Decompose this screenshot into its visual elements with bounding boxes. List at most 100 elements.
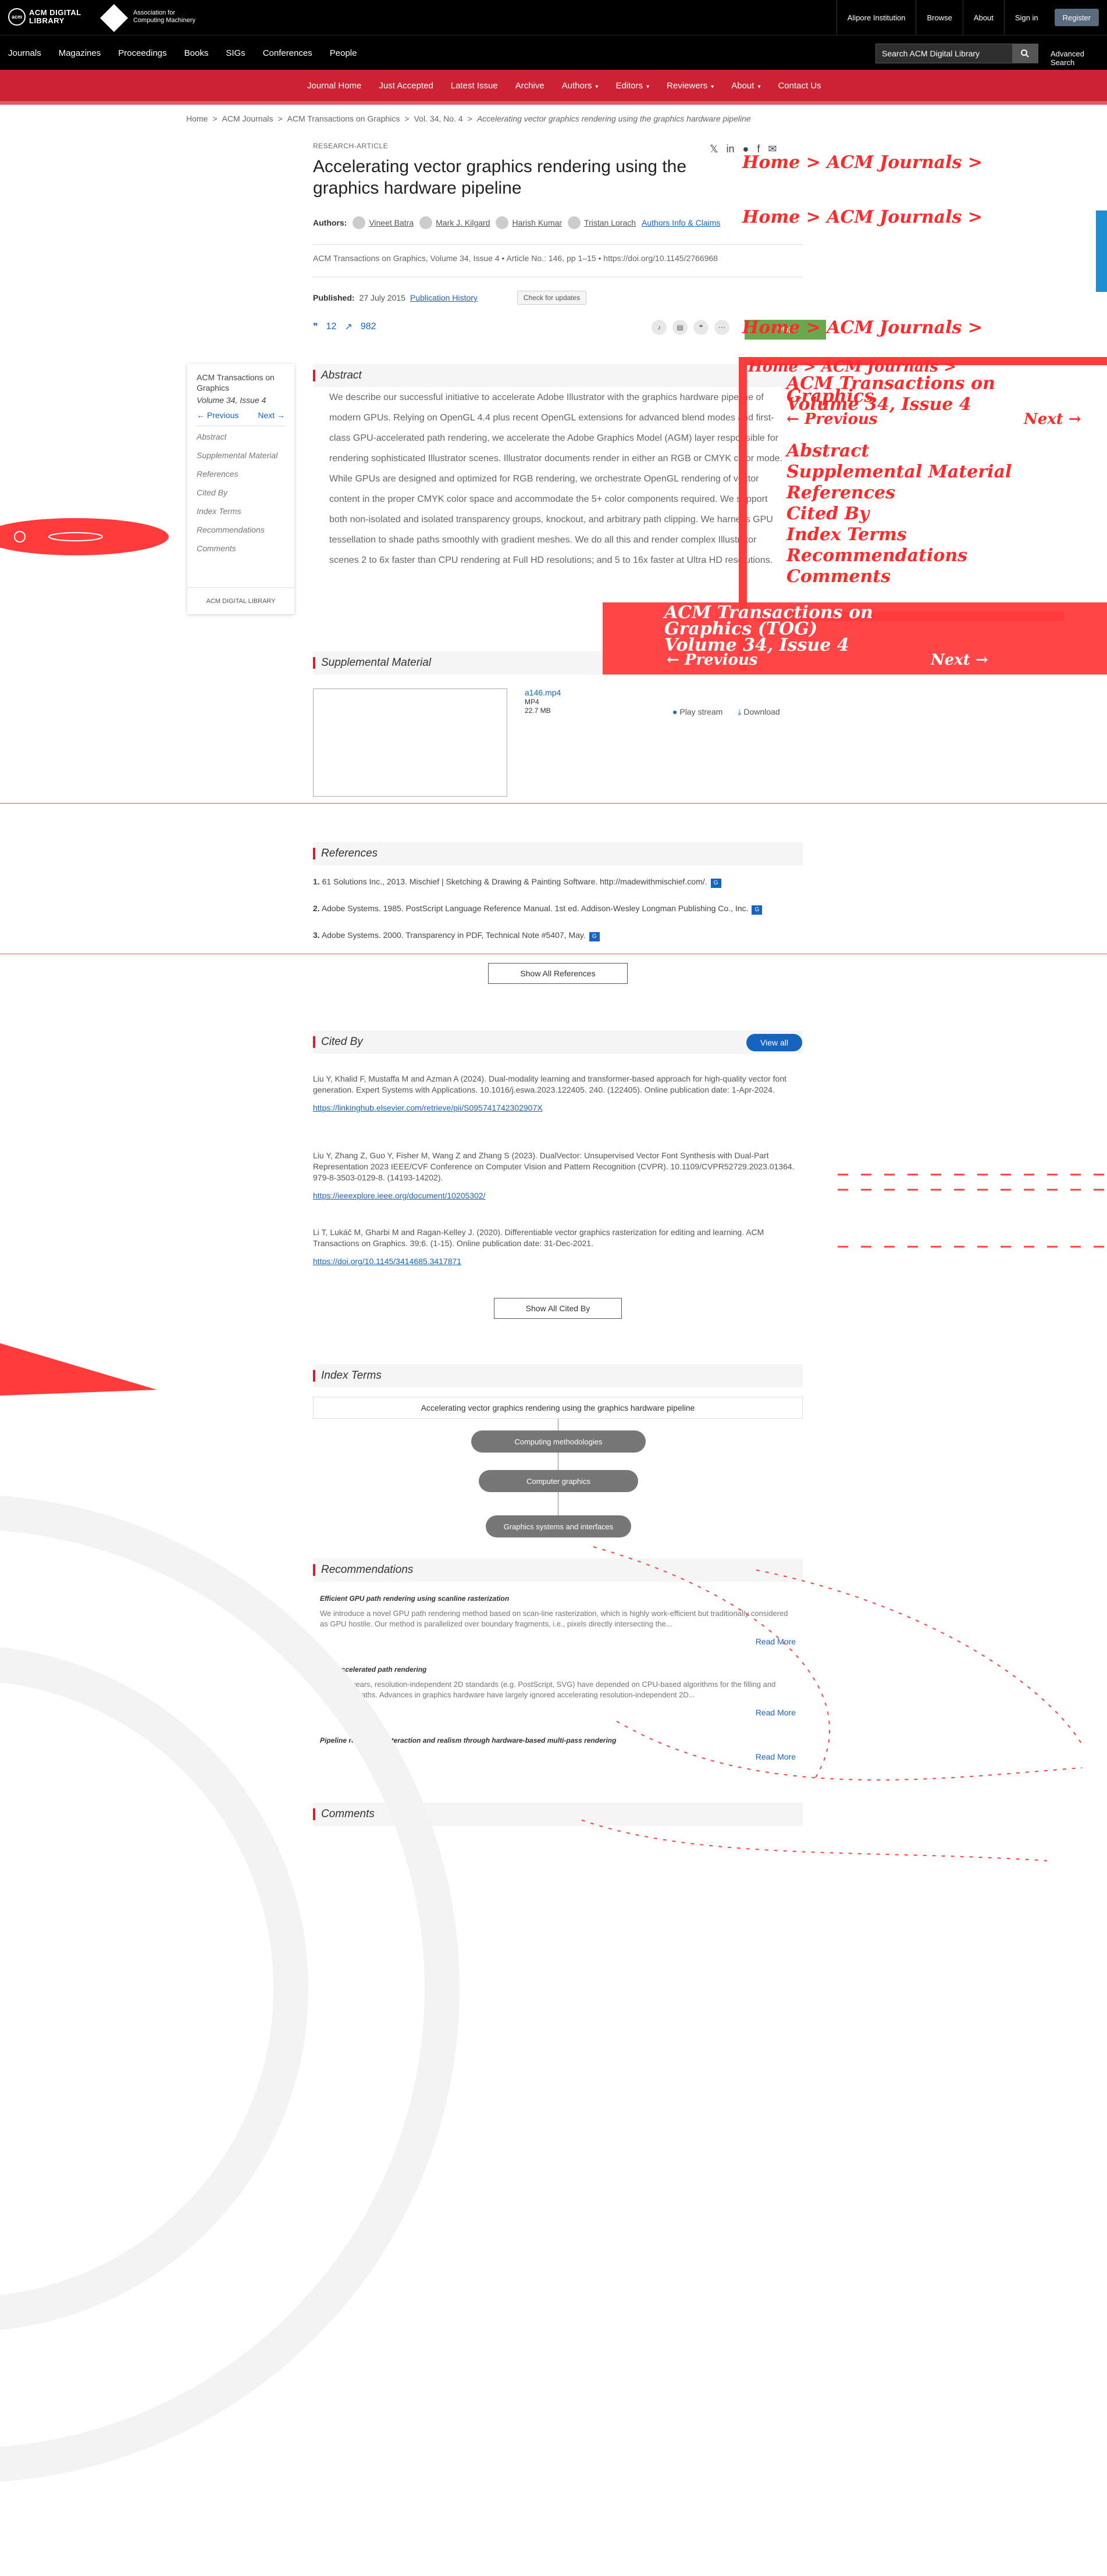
nav-magazines[interactable]: Magazines	[59, 48, 101, 58]
check-updates-button[interactable]: Check for updates	[517, 291, 587, 305]
read-more-link[interactable]: Read More	[756, 1636, 796, 1647]
next-link[interactable]: Next →	[258, 411, 285, 420]
search-input[interactable]	[876, 44, 1012, 63]
recommendation-title[interactable]: GPU-accelerated path rendering	[320, 1664, 796, 1675]
linkedin-icon[interactable]: in	[727, 143, 735, 155]
pdf-button[interactable]: PDF	[745, 320, 826, 340]
folder-icon[interactable]: ▤	[672, 320, 688, 335]
citations-count[interactable]: 12	[326, 322, 337, 332]
downloads-count[interactable]: 982	[361, 322, 376, 332]
archive-link[interactable]: Archive	[515, 81, 544, 91]
index-term-node[interactable]: Graphics systems and interfaces	[486, 1515, 631, 1537]
cited-by-text: Li T, Lukáč M, Gharbi M and Ragan-Kelley…	[313, 1228, 764, 1248]
author-name: Mark J. Kilgard	[436, 218, 490, 227]
reference-text: Adobe Systems. 2000. Transparency in PDF…	[321, 930, 586, 940]
overlay-text: Graphics	[786, 386, 874, 406]
nav-conferences[interactable]: Conferences	[263, 48, 312, 58]
google-scholar-icon[interactable]: G	[752, 905, 763, 915]
just-accepted-link[interactable]: Just Accepted	[379, 81, 433, 91]
download-button[interactable]: ⤓ Download	[738, 707, 779, 717]
show-all-cited-by-button[interactable]: Show All Cited By	[494, 1298, 622, 1319]
advanced-search-link[interactable]: Advanced Search	[1051, 49, 1107, 67]
about-menu[interactable]: About ▾	[731, 81, 760, 91]
previous-link[interactable]: ← Previous	[197, 411, 239, 420]
show-all-references-button[interactable]: Show All References	[488, 963, 628, 984]
sidebar-item-recommendations[interactable]: Recommendations	[197, 525, 285, 534]
acm-dl-logo[interactable]: acm ACM DIGITAL LIBRARY	[8, 8, 93, 26]
nav-journals[interactable]: Journals	[8, 48, 41, 58]
index-term-node[interactable]: Computing methodologies	[471, 1430, 646, 1453]
video-player[interactable]	[313, 688, 507, 797]
share-icon[interactable]: ⋯	[714, 320, 729, 335]
breadcrumb-home[interactable]: Home	[186, 114, 208, 123]
contact-us-link[interactable]: Contact Us	[778, 81, 821, 91]
sidebar-item-comments[interactable]: Comments	[197, 544, 285, 553]
download-icon: ⤓	[738, 707, 744, 716]
sidebar-item-abstract[interactable]: Abstract	[197, 432, 285, 441]
nav-proceedings[interactable]: Proceedings	[118, 48, 166, 58]
email-icon[interactable]: ✉	[768, 143, 777, 155]
quote-icon[interactable]: ❝	[693, 320, 709, 335]
sidebar-item-index-terms[interactable]: Index Terms	[197, 506, 285, 516]
cited-by-link[interactable]: https://doi.org/10.1145/3414685.3417871	[313, 1257, 461, 1266]
reference-text: 61 Solutions Inc., 2013. Mischief | Sket…	[322, 877, 707, 886]
overlay-text: Volume 34, Issue 4	[786, 394, 971, 415]
facebook-icon[interactable]: f	[757, 143, 760, 155]
author-link[interactable]: Vineet Batra	[353, 216, 414, 229]
breadcrumb-journals[interactable]: ACM Journals	[222, 114, 273, 123]
sidebar-volume[interactable]: Volume 34, Issue 4	[197, 395, 285, 405]
overlay-text: Abstract	[786, 441, 870, 461]
editors-menu[interactable]: Editors ▾	[615, 81, 649, 91]
read-more-link[interactable]: Read More	[756, 1751, 796, 1762]
breadcrumb-volume[interactable]: Vol. 34, No. 4	[414, 114, 463, 123]
author-link[interactable]: Harish Kumar	[496, 216, 562, 229]
feedback-tab[interactable]	[1096, 210, 1107, 292]
recommendations-heading: Recommendations	[313, 1562, 803, 1578]
view-all-button[interactable]: View all	[746, 1034, 802, 1051]
sidebar-journal[interactable]: ACM Transactions on Graphics	[197, 372, 285, 393]
cited-by-link[interactable]: https://ieeexplore.ieee.org/document/102…	[313, 1191, 486, 1200]
nav-sigs[interactable]: SIGs	[226, 48, 245, 58]
nav-books[interactable]: Books	[184, 48, 209, 58]
artifact-dash	[581, 1819, 1048, 1861]
latest-issue-link[interactable]: Latest Issue	[451, 81, 498, 91]
association-logo[interactable]: Association for Computing Machinery	[99, 3, 203, 33]
search-button[interactable]	[1012, 44, 1038, 63]
bell-icon[interactable]: ♪	[652, 320, 667, 335]
avatar	[419, 216, 433, 229]
sidebar-item-references[interactable]: References	[197, 469, 285, 479]
editors-menu-label: Editors	[615, 80, 643, 91]
play-stream-button[interactable]: ● Play stream	[672, 707, 722, 717]
video-file-link[interactable]: a146.mp4	[525, 688, 561, 697]
cited-by-link[interactable]: https://linkinghub.elsevier.com/retrieve…	[313, 1103, 543, 1112]
google-scholar-icon[interactable]: G	[589, 932, 600, 941]
sidebar-item-cited-by[interactable]: Cited By	[197, 488, 285, 497]
play-stream-label: Play stream	[679, 707, 723, 716]
recommendation-text: For thirty years, resolution-independent…	[320, 1680, 776, 1699]
sidebar-item-supplemental[interactable]: Supplemental Material	[197, 451, 285, 460]
authors-menu[interactable]: Authors ▾	[562, 81, 599, 91]
twitter-icon[interactable]: 𝕏	[710, 143, 718, 155]
about-link[interactable]: About	[962, 0, 1004, 35]
register-button[interactable]: Register	[1054, 9, 1099, 26]
sign-in-link[interactable]: Sign in	[1003, 0, 1049, 35]
reviewers-menu[interactable]: Reviewers ▾	[667, 81, 714, 91]
browse-link[interactable]: Browse	[916, 0, 962, 35]
read-more-link[interactable]: Read More	[756, 1707, 796, 1718]
google-scholar-icon[interactable]: G	[710, 879, 721, 888]
publication-history-link[interactable]: Publication History	[410, 293, 478, 302]
recommendation-title[interactable]: Efficient GPU path rendering using scanl…	[320, 1593, 796, 1604]
index-term-node[interactable]: Computer graphics	[479, 1470, 638, 1492]
nav-people[interactable]: People	[330, 48, 357, 58]
author-link[interactable]: Tristan Lorach	[568, 216, 636, 229]
journal-home-link[interactable]: Journal Home	[307, 81, 361, 91]
author-link[interactable]: Mark J. Kilgard	[419, 216, 490, 229]
association-logo-text: Association for Computing Machinery	[133, 9, 195, 24]
index-terms-root: Accelerating vector graphics rendering u…	[313, 1397, 803, 1419]
authors-info-link[interactable]: Authors Info & Claims	[642, 218, 720, 227]
article-actions: ♪ ▤ ❝ ⋯ PDF	[652, 320, 826, 340]
breadcrumb-tog[interactable]: ACM Transactions on Graphics	[287, 114, 400, 123]
recommendation-title[interactable]: Pipeline rendering: interaction and real…	[320, 1735, 796, 1746]
reddit-icon[interactable]: ●	[743, 143, 749, 155]
institution-link[interactable]: Alipore Institution	[836, 0, 916, 35]
